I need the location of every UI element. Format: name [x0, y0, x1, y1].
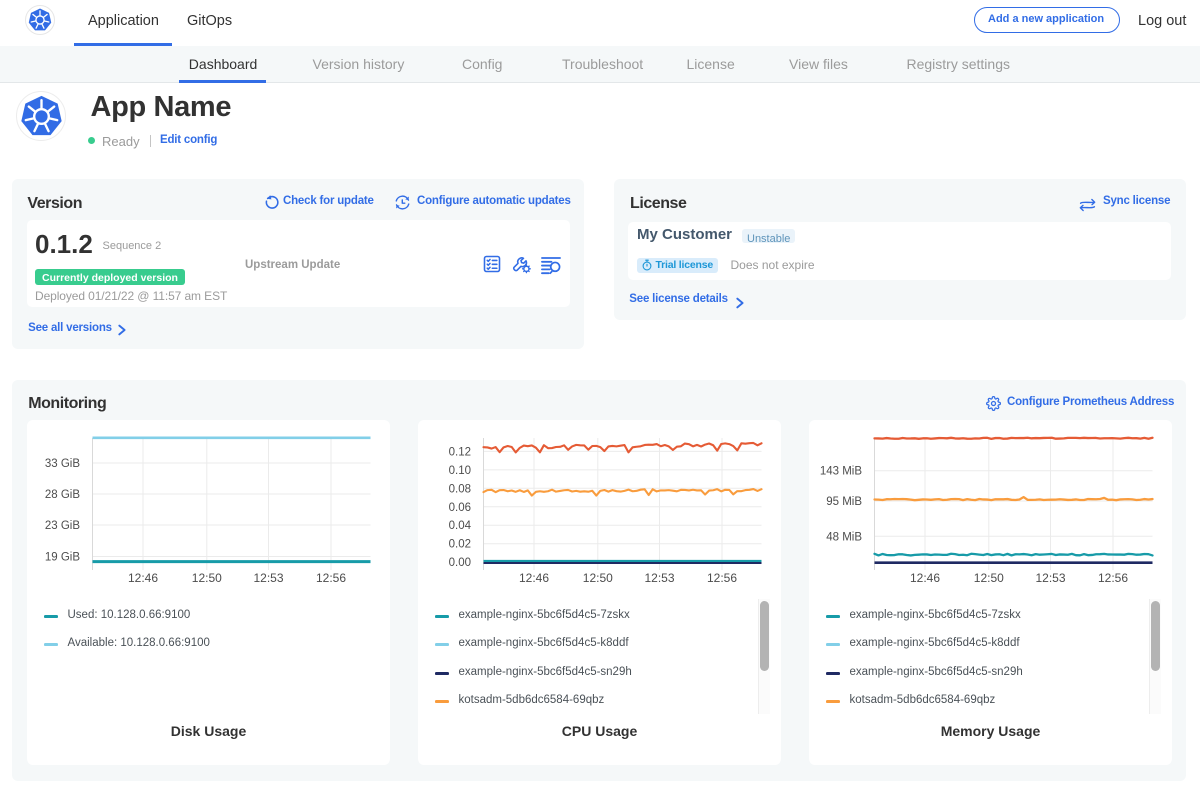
svg-text:95 MiB: 95 MiB: [826, 496, 862, 508]
svg-text:23 GiB: 23 GiB: [45, 520, 80, 532]
svg-text:12:53: 12:53: [253, 571, 283, 585]
svg-text:12:56: 12:56: [316, 571, 346, 585]
svg-text:12:53: 12:53: [1035, 571, 1065, 585]
svg-text:143 MiB: 143 MiB: [820, 466, 863, 478]
svg-text:48 MiB: 48 MiB: [826, 531, 862, 543]
svg-text:0.02: 0.02: [449, 539, 471, 551]
svg-text:12:46: 12:46: [128, 571, 158, 585]
svg-text:12:50: 12:50: [583, 571, 613, 585]
svg-text:12:53: 12:53: [644, 571, 674, 585]
svg-text:0.00: 0.00: [449, 557, 471, 569]
svg-text:19 GiB: 19 GiB: [45, 552, 80, 564]
svg-text:0.08: 0.08: [449, 483, 471, 495]
svg-text:0.06: 0.06: [449, 502, 471, 514]
svg-text:33 GiB: 33 GiB: [45, 458, 80, 470]
svg-text:12:50: 12:50: [192, 571, 222, 585]
svg-text:0.10: 0.10: [449, 465, 471, 477]
svg-text:12:50: 12:50: [974, 571, 1004, 585]
svg-text:12:56: 12:56: [1098, 571, 1128, 585]
svg-text:12:46: 12:46: [519, 571, 549, 585]
svg-text:28 GiB: 28 GiB: [45, 489, 80, 501]
svg-text:12:46: 12:46: [910, 571, 940, 585]
svg-text:0.12: 0.12: [449, 446, 471, 458]
svg-text:12:56: 12:56: [707, 571, 737, 585]
svg-text:0.04: 0.04: [449, 520, 472, 532]
